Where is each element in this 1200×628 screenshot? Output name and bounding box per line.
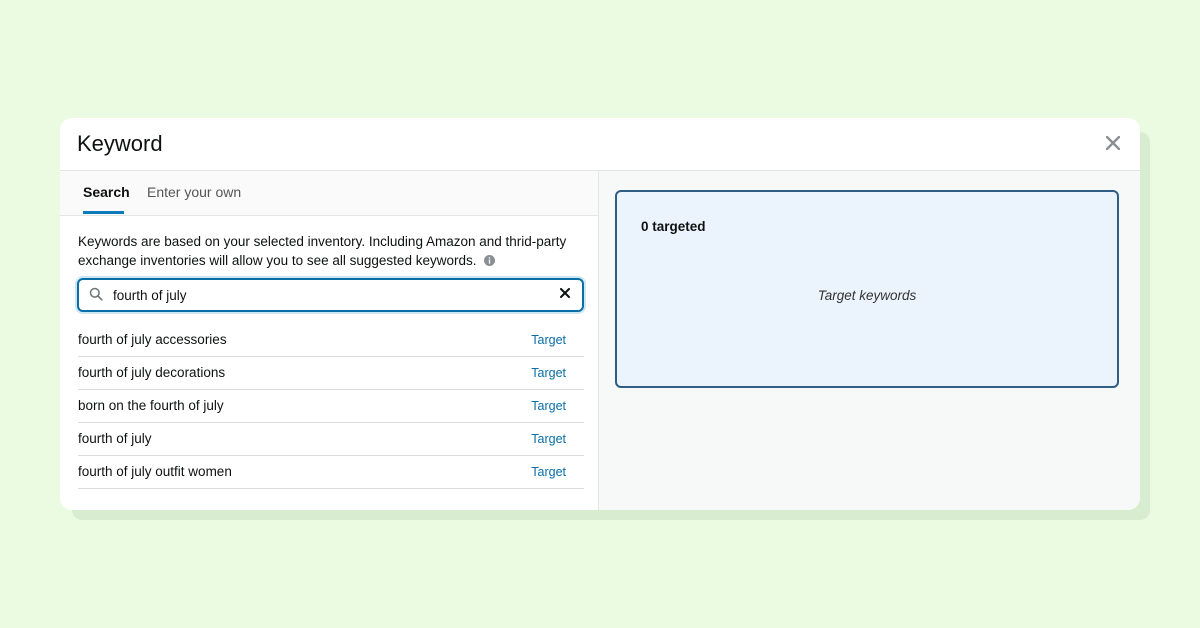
close-button[interactable] [1102,132,1124,154]
target-button[interactable]: Target [531,465,566,479]
target-button[interactable]: Target [531,366,566,380]
target-button[interactable]: Target [531,432,566,446]
targeted-pane: 0 targeted Target keywords [599,171,1140,510]
list-item: fourth of july Target [78,423,584,456]
search-field[interactable] [77,278,584,312]
modal-title: Keyword [77,131,163,156]
close-icon [1106,136,1120,150]
search-pane: Search Enter your own Keywords are based… [60,171,599,510]
tab-search[interactable]: Search [83,184,130,200]
clear-icon[interactable] [560,288,570,298]
targeted-count: 0 targeted [641,219,706,234]
keyword-text: fourth of july accessories [78,332,227,347]
info-icon[interactable] [484,252,496,271]
keyword-text: fourth of july outfit women [78,464,232,479]
keyword-text: born on the fourth of july [78,398,224,413]
targeted-placeholder: Target keywords [817,288,917,303]
target-button[interactable]: Target [531,333,566,347]
modal-header: Keyword [60,118,1140,171]
target-button[interactable]: Target [531,399,566,413]
list-item: born on the fourth of july Target [78,390,584,423]
suggestion-list: fourth of july accessories Target fourth… [78,324,584,489]
search-icon [89,287,103,301]
active-tab-indicator [83,211,124,214]
tab-enter-your-own[interactable]: Enter your own [147,184,241,200]
list-item: fourth of july decorations Target [78,357,584,390]
list-item: fourth of july outfit women Target [78,456,584,489]
keyword-text: fourth of july decorations [78,365,226,380]
list-item: fourth of july accessories Target [78,324,584,357]
targeted-keywords-panel: 0 targeted Target keywords [615,190,1119,388]
search-input[interactable] [113,284,533,306]
tab-bar: Search Enter your own [60,171,598,216]
keyword-modal: Keyword Search Enter your own Keywords a… [60,118,1140,510]
description: Keywords are based on your selected inve… [78,232,578,271]
keyword-text: fourth of july [78,431,152,446]
